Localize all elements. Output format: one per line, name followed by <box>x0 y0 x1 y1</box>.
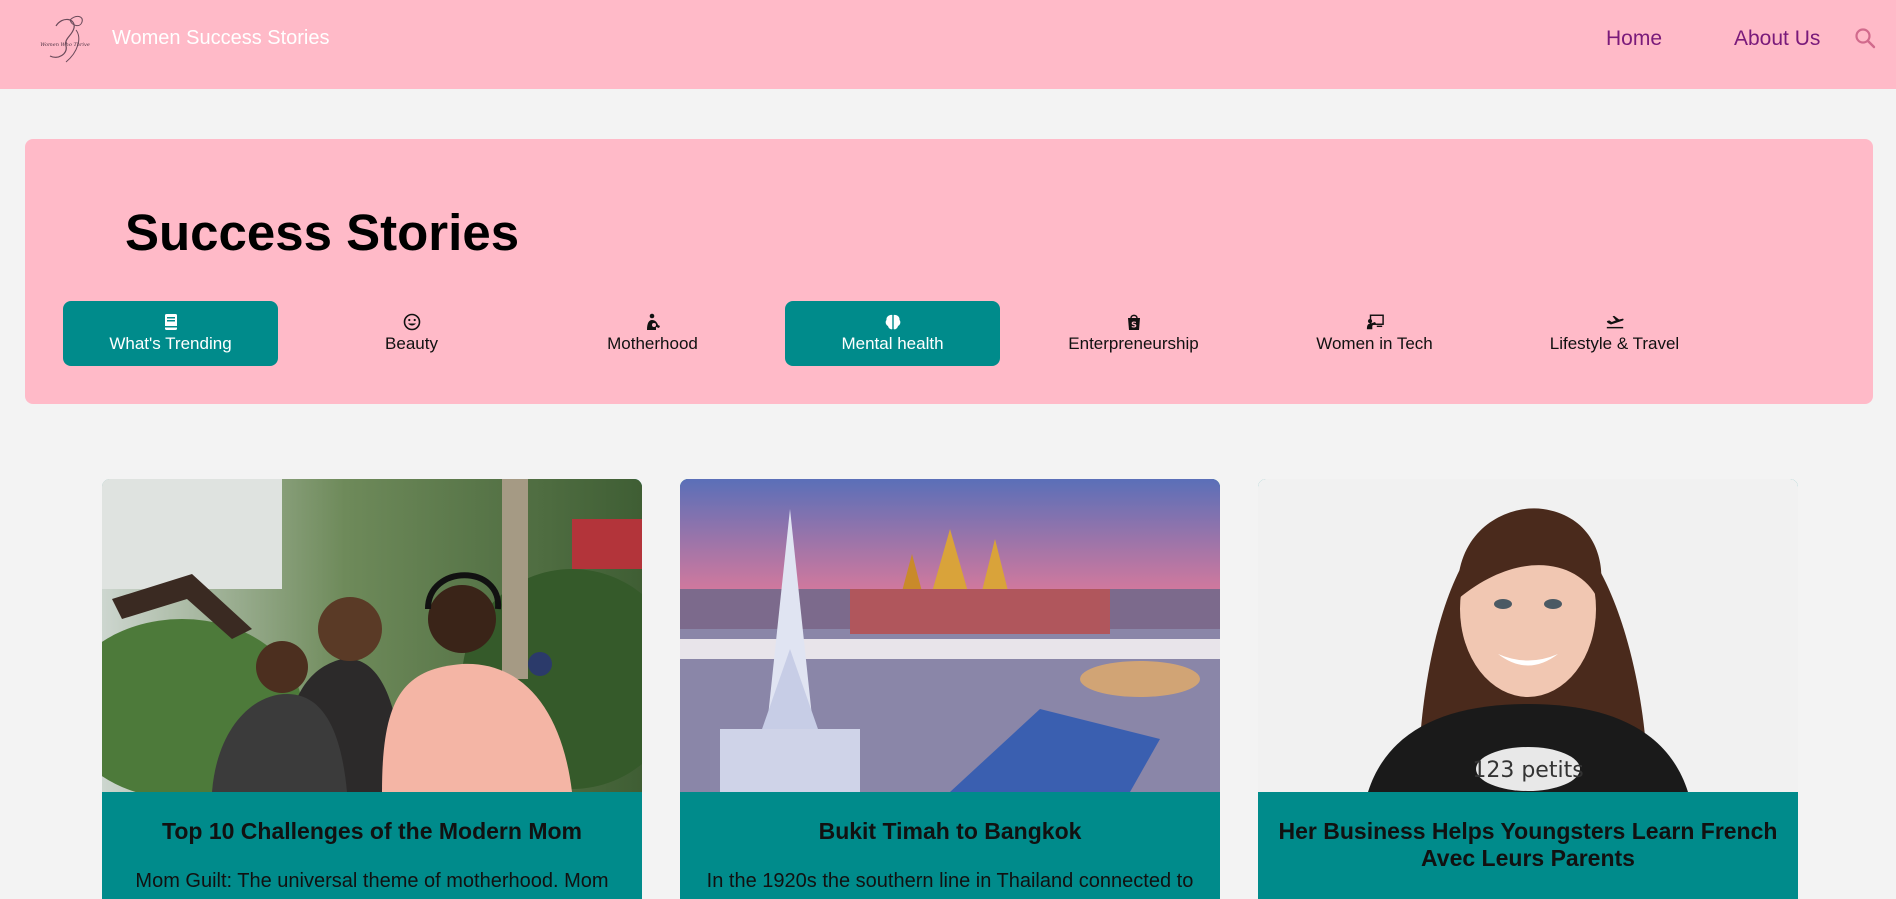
card-excerpt: Mom Guilt: The universal theme of mother… <box>135 870 609 892</box>
brain-icon <box>885 314 900 330</box>
search-icon[interactable] <box>1853 26 1877 50</box>
site-logo[interactable]: Women Who Thrive <box>36 12 94 68</box>
site-title[interactable]: Women Success Stories <box>112 27 330 50</box>
story-card-modern-mom[interactable]: Top 10 Challenges of the Modern Mom Mom … <box>102 479 642 899</box>
tab-women-in-tech[interactable]: Women in Tech <box>1267 301 1482 366</box>
tab-label: Enterpreneurship <box>1068 334 1199 353</box>
logo-text: Women Who Thrive <box>40 42 90 48</box>
book-icon <box>164 314 177 330</box>
tab-beauty[interactable]: Beauty <box>304 301 519 366</box>
tab-whats-trending[interactable]: What's Trending <box>63 301 278 366</box>
story-card-french-business[interactable]: 123 petits Her Business Helps Youngsters… <box>1258 479 1798 899</box>
tab-motherhood[interactable]: Motherhood <box>545 301 760 366</box>
card-title[interactable]: Her Business Helps Youngsters Learn Fren… <box>1278 818 1778 872</box>
svg-text:S: S <box>1131 321 1137 330</box>
card-title[interactable]: Bukit Timah to Bangkok <box>700 818 1200 845</box>
story-image-family[interactable] <box>102 479 642 792</box>
tab-label: Beauty <box>385 334 438 353</box>
tab-lifestyle-travel[interactable]: Lifestyle & Travel <box>1507 301 1722 366</box>
smile-icon <box>403 313 420 331</box>
page-title: Success Stories <box>125 204 520 261</box>
mother-child-icon <box>646 313 660 330</box>
story-card-bangkok[interactable]: Bukit Timah to Bangkok In the 1920s the … <box>680 479 1220 899</box>
hero-section: Success Stories What's Trending Beauty M… <box>25 139 1873 404</box>
card-title[interactable]: Top 10 Challenges of the Modern Mom <box>122 818 622 845</box>
site-header: Women Who Thrive Women Success Stories H… <box>0 0 1896 89</box>
story-image-portrait[interactable]: 123 petits <box>1258 479 1798 792</box>
shopping-bag-icon: S <box>1127 314 1140 330</box>
tab-mental-health[interactable]: Mental health <box>785 301 1000 366</box>
tab-label: Motherhood <box>607 334 698 353</box>
story-image-bangkok[interactable] <box>680 479 1220 792</box>
tab-label: What's Trending <box>109 334 232 353</box>
plane-icon <box>1606 315 1624 329</box>
tab-enterpreneurship[interactable]: S Enterpreneurship <box>1026 301 1241 366</box>
nav-about-link[interactable]: About Us <box>1734 27 1820 51</box>
tab-label: Lifestyle & Travel <box>1549 334 1680 353</box>
tab-label: Women in Tech <box>1316 334 1433 353</box>
teacher-board-icon <box>1366 314 1384 330</box>
shirt-text: 123 petits <box>1472 758 1583 783</box>
card-excerpt: In the 1920s the southern line in Thaila… <box>706 870 1194 892</box>
tab-label: Mental health <box>841 334 944 353</box>
nav-home-link[interactable]: Home <box>1606 27 1662 51</box>
